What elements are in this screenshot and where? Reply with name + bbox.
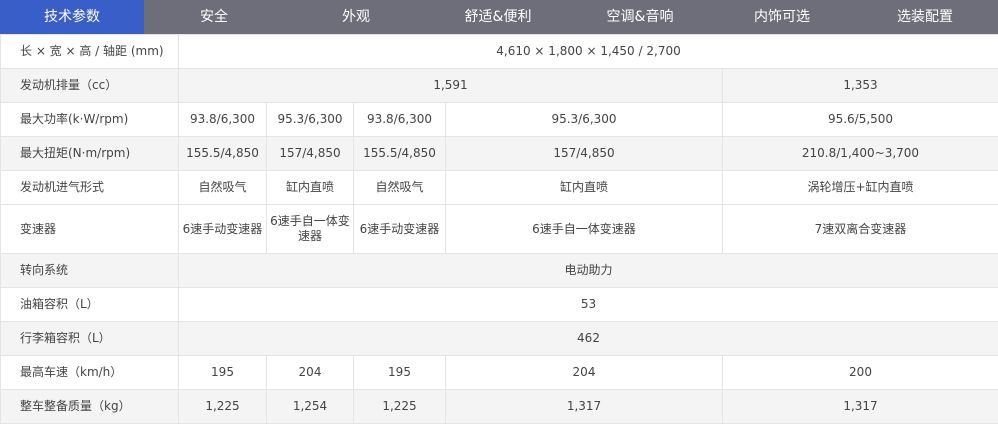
tab-comfort-convenience[interactable]: 舒适&便利	[428, 0, 568, 34]
cell-value: 1,317	[722, 389, 998, 424]
tab-tech-specs[interactable]: 技术参数	[0, 0, 144, 34]
cell-value: 1,254	[266, 389, 354, 424]
table-row: 最大功率(k·W/rpm) 93.8/6,300 95.3/6,300 93.8…	[0, 102, 998, 137]
row-label: 最大功率(k·W/rpm)	[0, 102, 179, 137]
row-label: 发动机排量（cc）	[0, 68, 179, 103]
table-row: 最高车速（km/h） 195 204 195 204 200	[0, 355, 998, 390]
row-label: 最高车速（km/h）	[0, 355, 179, 390]
cell-value: 157/4,850	[266, 136, 354, 171]
cell-value: 195	[353, 355, 446, 390]
spec-tab-bar: 技术参数 安全 外观 舒适&便利 空调&音响 内饰可选 选装配置	[0, 0, 998, 34]
cell-value: 95.3/6,300	[266, 102, 354, 137]
row-label: 行李箱容积（L）	[0, 321, 179, 356]
cell-value: 53	[178, 287, 998, 322]
cell-value: 自然吸气	[353, 170, 446, 205]
cell-value: 7速双离合变速器	[722, 204, 998, 254]
cell-value: 缸内直喷	[266, 170, 354, 205]
cell-value: 95.3/6,300	[445, 102, 723, 137]
cell-value: 6速手自一体变速器	[445, 204, 723, 254]
table-row: 整车整备质量（kg） 1,225 1,254 1,225 1,317 1,317	[0, 389, 998, 424]
cell-value: 195	[178, 355, 267, 390]
cell-value: 93.8/6,300	[178, 102, 267, 137]
cell-value: 93.8/6,300	[353, 102, 446, 137]
cell-value: 1,317	[445, 389, 723, 424]
cell-value: 204	[445, 355, 723, 390]
table-row: 油箱容积（L） 53	[0, 287, 998, 322]
cell-value: 95.6/5,500	[722, 102, 998, 137]
table-row: 行李箱容积（L） 462	[0, 321, 998, 356]
cell-value: 1,591	[178, 68, 723, 103]
table-row: 最大扭矩(N·m/rpm) 155.5/4,850 157/4,850 155.…	[0, 136, 998, 171]
cell-value: 4,610 × 1,800 × 1,450 / 2,700	[178, 34, 998, 69]
cell-value: 1,225	[353, 389, 446, 424]
spec-table: 长 × 宽 × 高 / 轴距 (mm) 4,610 × 1,800 × 1,45…	[0, 34, 998, 424]
cell-value: 204	[266, 355, 354, 390]
tab-safety[interactable]: 安全	[144, 0, 284, 34]
table-row: 发动机进气形式 自然吸气 缸内直喷 自然吸气 缸内直喷 涡轮增压+缸内直喷	[0, 170, 998, 205]
table-row: 转向系统 电动助力	[0, 253, 998, 288]
cell-value: 155.5/4,850	[353, 136, 446, 171]
tab-ac-audio[interactable]: 空调&音响	[568, 0, 712, 34]
row-label: 最大扭矩(N·m/rpm)	[0, 136, 179, 171]
cell-value: 自然吸气	[178, 170, 267, 205]
cell-value: 1,353	[722, 68, 998, 103]
row-label: 变速器	[0, 204, 179, 254]
table-row: 发动机排量（cc） 1,591 1,353	[0, 68, 998, 103]
cell-value: 6速手动变速器	[178, 204, 267, 254]
row-label: 油箱容积（L）	[0, 287, 179, 322]
cell-value: 涡轮增压+缸内直喷	[722, 170, 998, 205]
cell-value: 210.8/1,400~3,700	[722, 136, 998, 171]
table-row: 长 × 宽 × 高 / 轴距 (mm) 4,610 × 1,800 × 1,45…	[0, 34, 998, 69]
tab-optional-config[interactable]: 选装配置	[852, 0, 998, 34]
cell-value: 157/4,850	[445, 136, 723, 171]
cell-value: 6速手动变速器	[353, 204, 446, 254]
table-row: 变速器 6速手动变速器 6速手自一体变速器 6速手动变速器 6速手自一体变速器 …	[0, 204, 998, 254]
row-label: 转向系统	[0, 253, 179, 288]
cell-value: 6速手自一体变速器	[266, 204, 354, 254]
cell-value: 462	[178, 321, 998, 356]
tab-exterior[interactable]: 外观	[284, 0, 428, 34]
cell-value: 缸内直喷	[445, 170, 723, 205]
row-label: 整车整备质量（kg）	[0, 389, 179, 424]
row-label: 发动机进气形式	[0, 170, 179, 205]
tab-interior-options[interactable]: 内饰可选	[712, 0, 852, 34]
cell-value: 1,225	[178, 389, 267, 424]
row-label: 长 × 宽 × 高 / 轴距 (mm)	[0, 34, 179, 69]
cell-value: 200	[722, 355, 998, 390]
cell-value: 电动助力	[178, 253, 998, 288]
cell-value: 155.5/4,850	[178, 136, 267, 171]
